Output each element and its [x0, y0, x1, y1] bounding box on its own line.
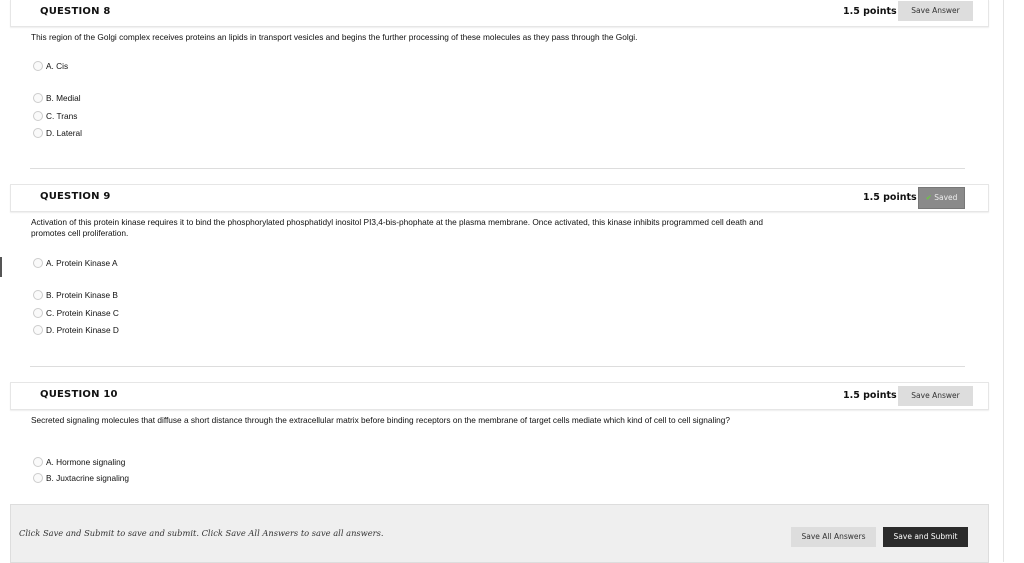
option-a[interactable]: A. Hormone signaling: [33, 457, 125, 467]
question-title: QUESTION 9: [40, 191, 111, 202]
question-title: QUESTION 8: [40, 6, 111, 17]
option-b[interactable]: B. Juxtacrine signaling: [33, 473, 129, 483]
submit-footer: Click Save and Submit to save and submit…: [10, 504, 989, 563]
radio-button[interactable]: [33, 473, 43, 483]
option-b[interactable]: B. Protein Kinase B: [33, 290, 118, 300]
question-text: Secreted signaling molecules that diffus…: [31, 415, 731, 425]
option-label: C. Trans: [46, 111, 78, 121]
option-a[interactable]: A. Protein Kinase A: [33, 258, 118, 268]
saved-button[interactable]: ✔ Saved: [918, 187, 965, 209]
points: 1.5 points: [843, 6, 897, 17]
points: 1.5 points: [863, 192, 917, 203]
option-label: A. Hormone signaling: [46, 457, 126, 467]
option-label: D. Protein Kinase D: [46, 325, 119, 335]
footer-instructions: Click Save and Submit to save and submit…: [19, 528, 384, 538]
radio-button[interactable]: [33, 457, 43, 467]
option-label: B. Protein Kinase B: [46, 290, 118, 300]
check-icon: ✔: [925, 193, 932, 202]
question-10-header: QUESTION 10 1.5 points Save Answer: [10, 382, 989, 410]
question-8-header: QUESTION 8 1.5 points Save Answer: [10, 0, 989, 27]
option-c[interactable]: C. Trans: [33, 111, 77, 121]
save-answer-button[interactable]: Save Answer: [898, 1, 973, 21]
radio-button[interactable]: [33, 290, 43, 300]
option-label: B. Medial: [46, 93, 81, 103]
option-b[interactable]: B. Medial: [33, 93, 81, 103]
save-all-answers-button[interactable]: Save All Answers: [791, 527, 876, 547]
option-d[interactable]: D. Protein Kinase D: [33, 325, 119, 335]
option-label: B. Juxtacrine signaling: [46, 473, 130, 483]
option-d[interactable]: D. Lateral: [33, 128, 82, 138]
right-pane-divider: [1003, 0, 1004, 562]
saved-label: Saved: [934, 193, 958, 202]
radio-button[interactable]: [33, 111, 43, 121]
radio-button[interactable]: [33, 325, 43, 335]
option-label: A. Cis: [46, 61, 69, 71]
radio-button[interactable]: [33, 128, 43, 138]
option-c[interactable]: C. Protein Kinase C: [33, 308, 119, 318]
save-and-submit-button[interactable]: Save and Submit: [883, 527, 968, 547]
divider: [30, 168, 965, 169]
question-title: QUESTION 10: [40, 389, 118, 400]
radio-button[interactable]: [33, 308, 43, 318]
points: 1.5 points: [843, 390, 897, 401]
question-9-header: QUESTION 9 1.5 points ✔ Saved: [10, 184, 989, 212]
option-label: D. Lateral: [46, 128, 82, 138]
option-label: A. Protein Kinase A: [46, 258, 118, 268]
radio-button[interactable]: [33, 61, 43, 71]
question-text: This region of the Golgi complex receive…: [31, 32, 638, 42]
option-label: C. Protein Kinase C: [46, 308, 119, 318]
option-a[interactable]: A. Cis: [33, 61, 68, 71]
question-text: Activation of this protein kinase requir…: [31, 217, 763, 238]
radio-button[interactable]: [33, 93, 43, 103]
focus-marker: [0, 257, 2, 277]
radio-button[interactable]: [33, 258, 43, 268]
divider: [30, 366, 965, 367]
save-answer-button[interactable]: Save Answer: [898, 386, 973, 406]
